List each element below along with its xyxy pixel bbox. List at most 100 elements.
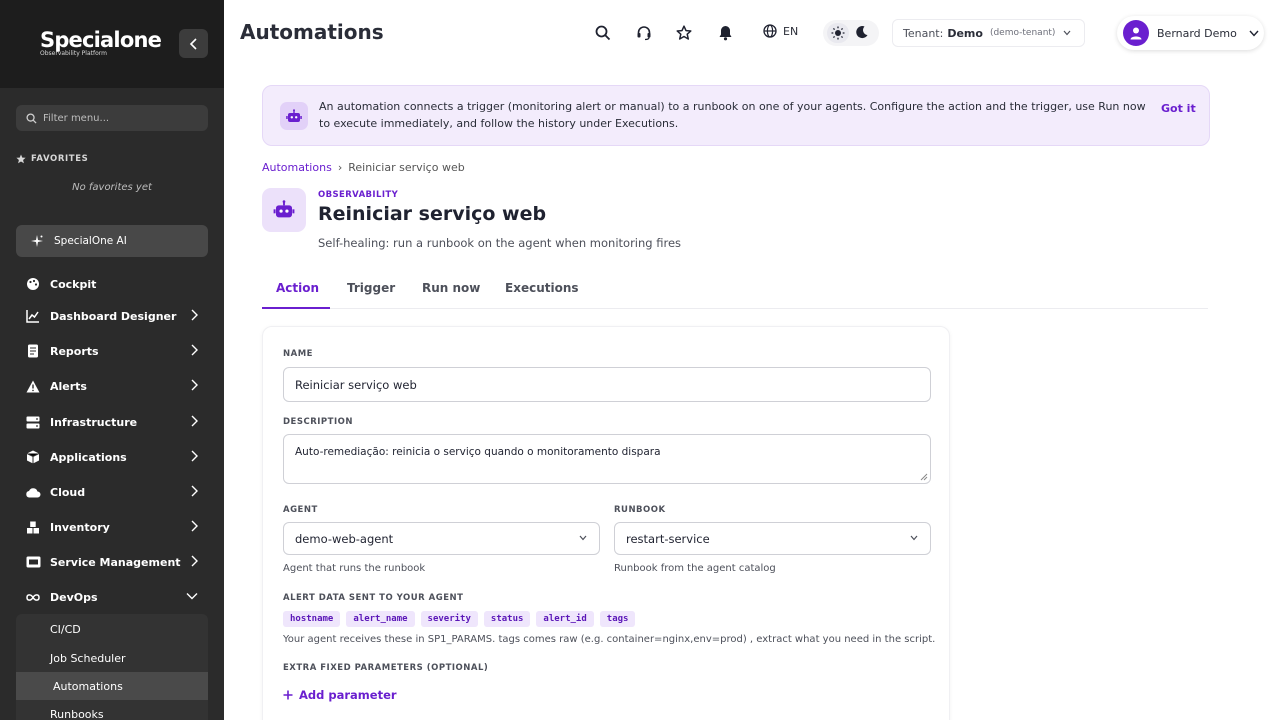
sidebar-item-service-management[interactable]: Service Management	[16, 547, 208, 577]
favorite-button[interactable]	[673, 22, 695, 44]
sidebar-item-label: Reports	[50, 344, 99, 358]
runbook-label: RUNBOOK	[614, 505, 666, 515]
breadcrumb-separator: ›	[337, 161, 343, 174]
tenant-name: Demo	[947, 26, 983, 40]
user-icon	[1130, 27, 1142, 40]
cloud-icon	[24, 487, 42, 498]
sidebar-item-label: Applications	[50, 450, 127, 464]
sidebar-item-devops[interactable]: DevOps	[16, 582, 208, 612]
bell-icon	[719, 26, 731, 41]
search-button[interactable]	[592, 22, 614, 44]
plus-icon	[283, 690, 293, 700]
alert-data-help: Your agent receives these in SP1_PARAMS.…	[283, 634, 936, 645]
sidebar-item-label: Cloud	[50, 485, 86, 499]
breadcrumb-current: Reiniciar serviço web	[348, 161, 465, 174]
chevron-right-icon	[191, 415, 198, 427]
description-value: Auto-remediação: reinicia o serviço quan…	[295, 446, 661, 458]
specialone-ai-button[interactable]: SpecialOne AI	[16, 225, 208, 257]
language-selector[interactable]: EN	[763, 24, 798, 38]
avatar	[1123, 20, 1149, 46]
sidebar-item-label: Service Management	[50, 555, 181, 569]
theme-toggle[interactable]	[823, 20, 879, 46]
sidebar-subitem-job-scheduler[interactable]: Job Scheduler	[16, 644, 208, 672]
chevron-down-icon	[910, 535, 918, 541]
sidebar-subitem-runbooks[interactable]: Runbooks	[16, 700, 208, 720]
chevron-right-icon	[191, 379, 198, 391]
sidebar-item-alerts[interactable]: Alerts	[16, 371, 208, 401]
collapse-sidebar-button[interactable]	[179, 29, 208, 58]
tab-action[interactable]: Action	[276, 281, 319, 295]
chevron-right-icon	[191, 520, 198, 532]
sidebar-item-label: Inventory	[50, 520, 110, 534]
filter-menu-input[interactable]: Filter menu...	[16, 105, 208, 131]
sidebar-subitem-cicd[interactable]: CI/CD	[16, 615, 208, 643]
description-label: DESCRIPTION	[283, 417, 353, 427]
chevron-right-icon	[191, 450, 198, 462]
language-label: EN	[783, 24, 799, 38]
chevron-right-icon	[191, 309, 198, 321]
page-title: Automations	[240, 20, 384, 44]
logo[interactable]: Specialone	[40, 28, 162, 52]
chip-tags: tags	[599, 611, 636, 627]
automation-title: Reiniciar serviço web	[318, 203, 547, 225]
chevron-right-icon	[191, 555, 198, 567]
chip-alert-id: alert_id	[536, 611, 594, 627]
sidebar-item-label: Alerts	[50, 379, 87, 393]
runbook-select-value: restart-service	[626, 531, 710, 546]
sidebar-item-inventory[interactable]: Inventory	[16, 512, 208, 542]
sidebar: Specialone Observability Platform Filter…	[0, 0, 224, 720]
logo-subtitle: Observability Platform	[40, 50, 107, 57]
chevron-down-icon	[1063, 30, 1071, 36]
light-mode-button[interactable]	[827, 23, 849, 43]
sidebar-item-label: Cockpit	[50, 277, 97, 291]
ticket-icon	[24, 556, 42, 568]
globe-icon	[763, 24, 777, 38]
agent-select-value: demo-web-agent	[295, 531, 394, 546]
breadcrumb-automations-link[interactable]: Automations	[262, 161, 332, 174]
sidebar-item-cockpit[interactable]: Cockpit	[16, 269, 208, 299]
add-parameter-button[interactable]: Add parameter	[283, 688, 397, 702]
document-icon	[24, 344, 42, 358]
alert-data-chips: hostname alert_name severity status aler…	[283, 611, 636, 627]
favorites-title-text: FAVORITES	[31, 154, 89, 164]
sidebar-item-infrastructure[interactable]: Infrastructure	[16, 407, 208, 437]
sidebar-item-cloud[interactable]: Cloud	[16, 477, 208, 507]
infinity-icon	[24, 593, 42, 602]
chevron-right-icon	[191, 344, 198, 356]
resize-handle-icon[interactable]	[920, 473, 928, 481]
moon-icon[interactable]	[855, 25, 869, 39]
automation-robot-icon	[262, 188, 306, 232]
star-outline-icon	[676, 25, 692, 40]
agent-select[interactable]: demo-web-agent	[283, 522, 600, 555]
support-button[interactable]	[633, 22, 655, 44]
tenant-selector[interactable]: Tenant: Demo (demo-tenant)	[892, 19, 1085, 47]
notifications-button[interactable]	[714, 22, 736, 44]
name-input-value: Reiniciar serviço web	[295, 377, 417, 392]
active-tab-indicator	[262, 307, 330, 309]
boxes-icon	[24, 520, 42, 534]
tab-run-now[interactable]: Run now	[422, 281, 480, 295]
chevron-right-icon	[191, 485, 198, 497]
chip-severity: severity	[420, 611, 478, 627]
runbook-help: Runbook from the agent catalog	[614, 563, 776, 574]
search-icon	[26, 112, 37, 124]
got-it-button[interactable]: Got it	[1161, 102, 1196, 115]
sidebar-item-label: Dashboard Designer	[50, 309, 177, 323]
action-form-card: NAME Reiniciar serviço web DESCRIPTION A…	[262, 326, 950, 720]
user-menu[interactable]: Bernard Demo	[1117, 16, 1264, 50]
alert-data-label: ALERT DATA SENT TO YOUR AGENT	[283, 593, 464, 603]
chip-status: status	[483, 611, 531, 627]
name-input[interactable]: Reiniciar serviço web	[283, 367, 931, 402]
sidebar-item-dashboard-designer[interactable]: Dashboard Designer	[16, 301, 208, 331]
description-textarea[interactable]: Auto-remediação: reinicia o serviço quan…	[283, 434, 931, 484]
sidebar-item-applications[interactable]: Applications	[16, 442, 208, 472]
tab-executions[interactable]: Executions	[505, 281, 579, 295]
sidebar-subitem-automations[interactable]: Automations	[16, 672, 208, 700]
runbook-select[interactable]: restart-service	[614, 522, 931, 555]
sidebar-item-reports[interactable]: Reports	[16, 336, 208, 366]
tab-trigger[interactable]: Trigger	[347, 281, 395, 295]
banner-text: An automation connects a trigger (monito…	[319, 100, 1146, 130]
favorites-empty: No favorites yet	[72, 182, 152, 193]
extra-params-label: EXTRA FIXED PARAMETERS (OPTIONAL)	[283, 663, 489, 673]
robot-icon	[280, 102, 308, 130]
